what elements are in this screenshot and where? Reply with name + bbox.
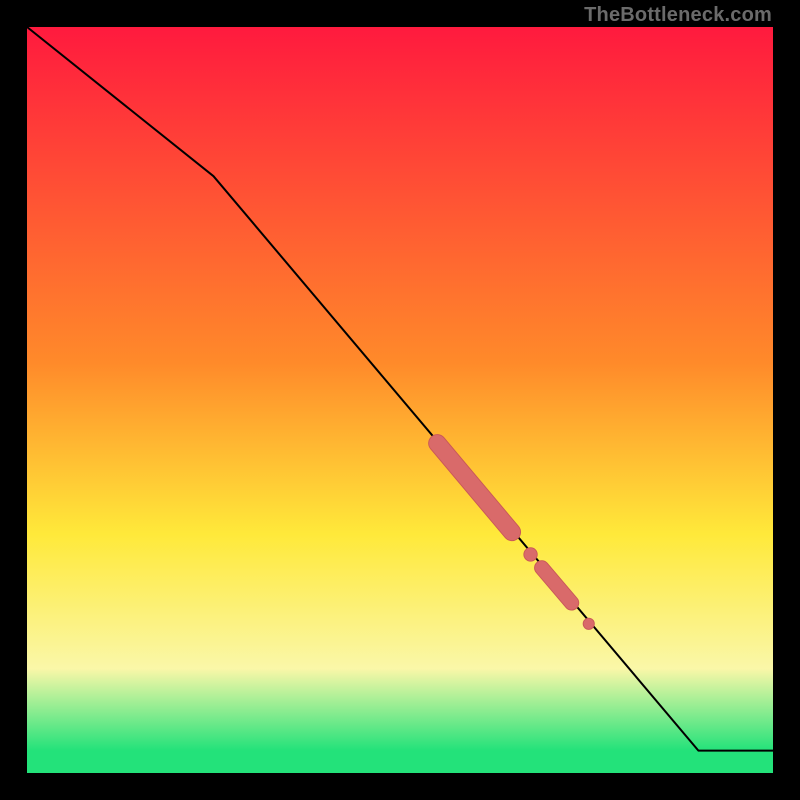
highlight-segment-1 xyxy=(437,443,512,532)
chart-stage: TheBottleneck.com xyxy=(0,0,800,800)
bottleneck-curve xyxy=(27,27,773,751)
highlight-segment-2 xyxy=(542,568,572,603)
watermark-label: TheBottleneck.com xyxy=(584,4,772,27)
plot-area xyxy=(27,27,773,773)
highlight-dot-2 xyxy=(583,618,594,629)
highlight-dot-1 xyxy=(524,548,537,561)
chart-overlay xyxy=(27,27,773,773)
marker-layer xyxy=(437,443,594,629)
